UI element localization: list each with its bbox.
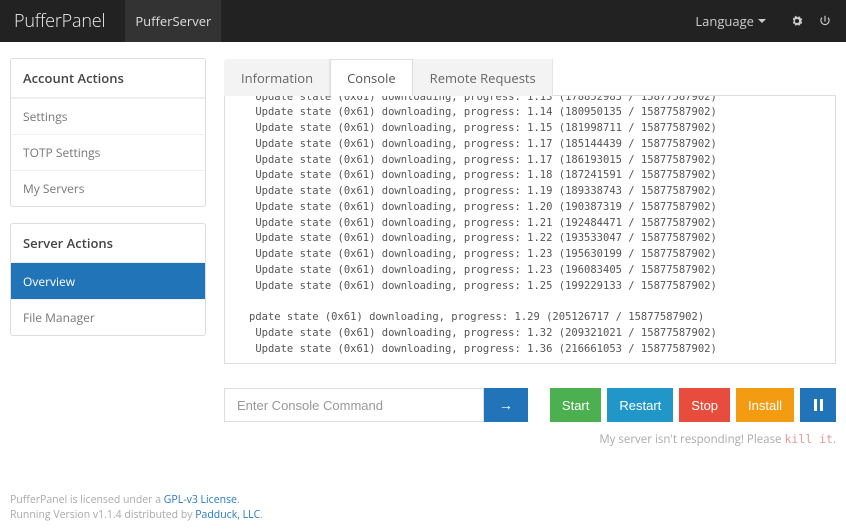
restart-button[interactable]: Restart <box>607 388 673 422</box>
sidebar-item-totp[interactable]: TOTP Settings <box>11 134 205 170</box>
tab-information[interactable]: Information <box>224 59 330 96</box>
main-content: Information Console Remote Requests Upda… <box>224 58 836 447</box>
footer-line2-pre: Running Version v1.1.4 distributed by <box>10 508 195 522</box>
send-command-button[interactable]: → <box>484 388 528 422</box>
kill-suffix: . <box>833 432 836 447</box>
footer-line1-pre: PufferPanel is licensed under a <box>10 493 164 507</box>
brand[interactable]: PufferPanel <box>14 9 105 33</box>
tab-bar: Information Console Remote Requests <box>224 58 836 96</box>
kill-prefix: My server isn't responding! Please <box>599 432 784 447</box>
pause-icon <box>813 399 824 411</box>
command-input-group: → <box>224 388 528 447</box>
action-buttons: Start Restart Stop Install My server isn… <box>550 388 836 447</box>
footer-line1-post: . <box>237 493 240 507</box>
sidebar-item-overview[interactable]: Overview <box>11 263 205 299</box>
footer-vendor-link[interactable]: Padduck, LLC <box>195 508 260 522</box>
sidebar-item-file-manager[interactable]: File Manager <box>11 299 205 335</box>
account-actions-panel: Account Actions Settings TOTP Settings M… <box>10 58 206 207</box>
install-button[interactable]: Install <box>736 388 794 422</box>
tab-remote-requests[interactable]: Remote Requests <box>413 59 553 96</box>
tab-console[interactable]: Console <box>330 59 413 96</box>
kill-server-text: My server isn't responding! Please kill … <box>550 432 836 447</box>
console-text: Update state (0x61) downloading, progres… <box>225 96 835 363</box>
power-icon[interactable] <box>818 14 832 28</box>
pause-button[interactable] <box>800 388 836 422</box>
nav-server-name[interactable]: PufferServer <box>125 0 221 42</box>
sidebar-item-my-servers[interactable]: My Servers <box>11 170 205 206</box>
server-actions-panel: Server Actions Overview File Manager <box>10 223 206 336</box>
settings-cog-icon[interactable] <box>790 14 804 28</box>
stop-button[interactable]: Stop <box>679 388 730 422</box>
server-actions-title: Server Actions <box>11 224 205 263</box>
navbar: PufferPanel PufferServer Language <box>0 0 846 42</box>
sidebar-item-settings[interactable]: Settings <box>11 98 205 134</box>
language-dropdown[interactable]: Language <box>685 0 776 42</box>
footer: PufferPanel is licensed under a GPL-v3 L… <box>10 493 263 525</box>
footer-line2-post: . <box>260 508 263 522</box>
kill-it-link[interactable]: kill it <box>785 432 833 446</box>
footer-license-link[interactable]: GPL-v3 License <box>164 493 237 507</box>
chevron-down-icon <box>758 19 766 23</box>
account-actions-title: Account Actions <box>11 59 205 98</box>
console-command-input[interactable] <box>224 388 484 422</box>
console-output[interactable]: Update state (0x61) downloading, progres… <box>224 96 836 364</box>
start-button[interactable]: Start <box>550 388 601 422</box>
sidebar: Account Actions Settings TOTP Settings M… <box>10 58 206 447</box>
language-label: Language <box>695 12 754 30</box>
